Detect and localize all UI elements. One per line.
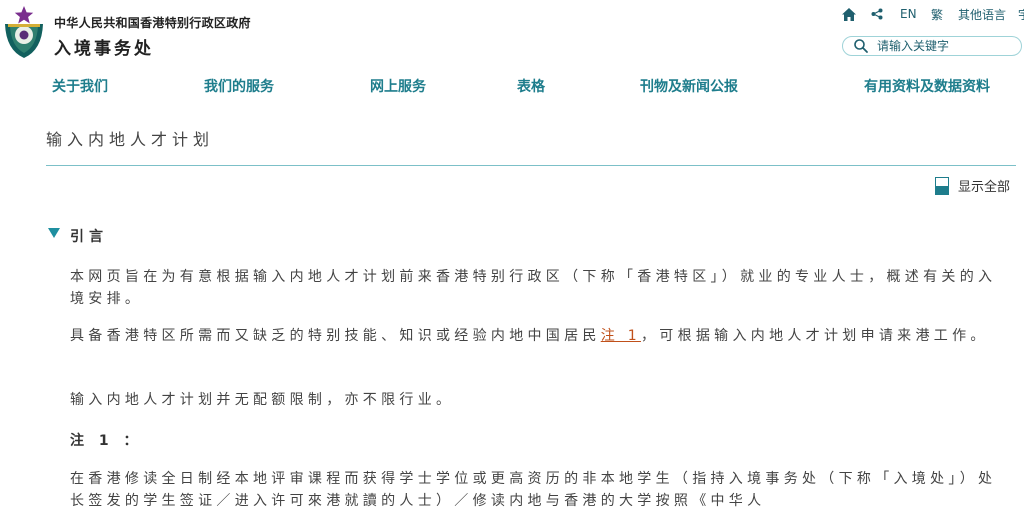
eligibility-text-after: ，可根据输入内地人才计划申请来港工作。 — [640, 328, 989, 344]
search-icon[interactable] — [853, 38, 869, 54]
government-name: 中华人民共和国香港特别行政区政府 — [54, 16, 251, 30]
language-tc-link[interactable]: 繁 — [931, 6, 943, 22]
nav-item-about-us[interactable]: 关于我们 — [52, 76, 108, 96]
expand-all-button[interactable]: 显示全部 — [935, 176, 1010, 195]
nav-item-our-services[interactable]: 我们的服务 — [204, 76, 274, 96]
nav-item-forms[interactable]: 表格 — [517, 76, 545, 96]
caret-down-icon[interactable] — [48, 228, 60, 238]
language-en-link[interactable]: EN — [900, 6, 917, 22]
eligibility-text-before: 具备香港特区所需而又缺乏的特别技能、知识或经验内地中国居民 — [70, 328, 601, 344]
department-name[interactable]: 入境事务处 — [54, 34, 154, 59]
note-1-link[interactable]: 注 1 — [601, 328, 641, 344]
nav-item-useful-info[interactable]: 有用资料及数据资料 — [864, 76, 990, 96]
note-1-heading: 注 1 ： — [70, 433, 143, 449]
section-heading-introduction[interactable]: 引言 — [70, 226, 108, 246]
share-button[interactable] — [871, 6, 883, 22]
main-nav: 关于我们 我们的服务 网上服务 表格 刊物及新闻公报 有用资料及数据资料 — [0, 76, 1024, 96]
share-icon — [871, 8, 883, 20]
note-1-paragraph: 在香港修读全日制经本地评审课程而获得学士学位或更高资历的非本地学生（指持入境事务… — [70, 471, 997, 509]
other-languages-link[interactable]: 其他语言 — [958, 6, 1006, 22]
expand-all-icon — [935, 176, 949, 195]
eligibility-paragraph: 具备香港特区所需而又缺乏的特别技能、知识或经验内地中国居民注 1，可根据输入内地… — [70, 325, 1000, 347]
quota-paragraph: 输入内地人才计划并无配额限制，亦不限行业。 — [70, 392, 455, 408]
nav-item-publications[interactable]: 刊物及新闻公报 — [640, 76, 738, 96]
search-box[interactable] — [842, 36, 1022, 56]
hkimmd-emblem-logo[interactable] — [2, 4, 46, 60]
page-title: 输入内地人才计划 — [46, 130, 215, 149]
search-input[interactable] — [877, 39, 1012, 53]
home-link[interactable] — [842, 6, 856, 22]
intro-paragraph: 本网页旨在为有意根据输入内地人才计划前来香港特别行政区（下称「香港特区」）就业的… — [70, 269, 997, 307]
expand-all-label: 显示全部 — [958, 180, 1011, 195]
title-divider — [46, 165, 1016, 166]
home-icon — [842, 7, 856, 21]
font-size-link[interactable]: 宇 — [1018, 6, 1024, 22]
nav-item-e-services[interactable]: 网上服务 — [370, 76, 426, 96]
site-header: 中华人民共和国香港特别行政区政府 入境事务处 EN 繁 其他语言 宇 — [0, 0, 1024, 70]
